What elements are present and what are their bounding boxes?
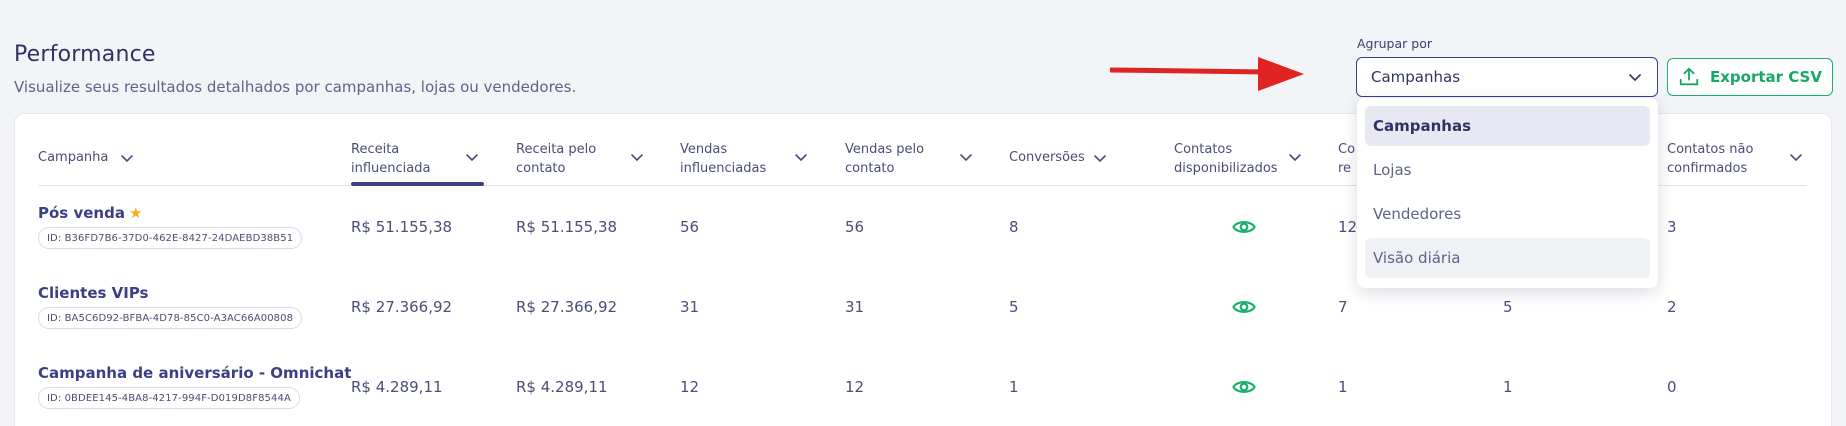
- chevron-down-icon: [631, 154, 643, 162]
- column-header-label: Vendas: [680, 142, 728, 157]
- column-header-label: Vendas pelo: [845, 142, 925, 157]
- eye-icon[interactable]: [1232, 378, 1256, 396]
- dropdown-option-lojas[interactable]: Lojas: [1365, 150, 1650, 190]
- campaign-id-badge: ID: 0BDEE145-4BA8-4217-994F-D019D8F8544A: [38, 387, 300, 409]
- campaign-id-badge: ID: BA5C6D92-BFBA-4D78-85C0-A3AC66A00808: [38, 307, 303, 329]
- column-header-label: contato: [845, 161, 895, 176]
- campaign-name: Clientes VIPs: [38, 284, 149, 302]
- column-header-label: confirmados: [1667, 161, 1748, 176]
- arrow-right-icon: [1109, 57, 1304, 91]
- cell-contatos-recebidos: 7: [1338, 298, 1348, 316]
- export-csv-button[interactable]: Exportar CSV: [1667, 58, 1833, 96]
- cell-column-9: 5: [1503, 298, 1513, 316]
- campaign-name: Pós venda: [38, 204, 125, 222]
- cell-receita-contato: R$ 4.289,11: [516, 378, 608, 396]
- column-header-conversoes[interactable]: Conversões: [1009, 148, 1106, 167]
- cell-receita-influenciada: R$ 27.366,92: [351, 298, 453, 316]
- cell-vendas-contato: 12: [845, 378, 865, 396]
- cell-receita-influenciada: R$ 51.155,38: [351, 218, 453, 236]
- cell-receita-contato: R$ 51.155,38: [516, 218, 618, 236]
- cell-receita-influenciada: R$ 4.289,11: [351, 378, 443, 396]
- page-subtitle: Visualize seus resultados detalhados por…: [14, 78, 577, 96]
- cell-conversoes: 8: [1009, 218, 1019, 236]
- column-header-contatos-recebidos[interactable]: Co re: [1338, 140, 1355, 178]
- cell-contatos-recebidos: 1: [1338, 378, 1348, 396]
- cell-nao-confirmados: 2: [1667, 298, 1677, 316]
- column-header-label: contato: [516, 161, 566, 176]
- column-header-contatos-nao-confirmados[interactable]: Contatos não confirmados: [1667, 140, 1802, 178]
- column-header-label: Co: [1338, 142, 1356, 157]
- group-by-selected-value: Campanhas: [1371, 68, 1461, 86]
- group-by-dropdown-menu: Campanhas Lojas Vendedores Visão diária: [1357, 98, 1658, 288]
- column-header-label: disponibilizados: [1174, 161, 1278, 176]
- group-by-select[interactable]: Campanhas: [1356, 57, 1658, 97]
- group-by-label: Agrupar por: [1357, 36, 1432, 51]
- column-header-label: influenciadas: [680, 161, 767, 176]
- cell-nao-confirmados: 0: [1667, 378, 1677, 396]
- column-header-label: influenciada: [351, 161, 431, 176]
- column-header-vendas-contato[interactable]: Vendas pelo contato: [845, 140, 972, 178]
- cell-contatos-recebidos: 12: [1338, 218, 1358, 236]
- column-header-contatos-disponibilizados[interactable]: Contatos disponibilizados: [1174, 140, 1301, 178]
- cell-conversoes: 5: [1009, 298, 1019, 316]
- dropdown-option-visao-diaria[interactable]: Visão diária: [1365, 238, 1650, 278]
- campaign-name-link[interactable]: Campanha de aniversário - Omnichat: [38, 364, 351, 382]
- dropdown-option-vendedores[interactable]: Vendedores: [1365, 194, 1650, 234]
- column-header-receita-contato[interactable]: Receita pelo contato: [516, 140, 643, 178]
- column-header-vendas-influenciadas[interactable]: Vendas influenciadas: [680, 140, 807, 178]
- export-csv-label: Exportar CSV: [1710, 68, 1822, 86]
- campaign-name-link[interactable]: Clientes VIPs: [38, 284, 149, 302]
- cell-conversoes: 1: [1009, 378, 1019, 396]
- chevron-down-icon: [1629, 74, 1641, 82]
- eye-icon[interactable]: [1232, 298, 1256, 316]
- column-header-label: Receita: [351, 142, 400, 157]
- dropdown-option-campanhas[interactable]: Campanhas: [1365, 106, 1650, 146]
- cell-receita-contato: R$ 27.366,92: [516, 298, 618, 316]
- chevron-down-icon: [795, 154, 807, 162]
- cell-nao-confirmados: 3: [1667, 218, 1677, 236]
- campaign-name: Campanha de aniversário - Omnichat: [38, 364, 352, 382]
- column-header-label: Receita pelo: [516, 142, 597, 157]
- sorted-column-indicator: [351, 182, 484, 186]
- chevron-down-icon: [1790, 154, 1802, 162]
- cell-vendas-contato: 31: [845, 298, 865, 316]
- cell-vendas-influenciadas: 56: [680, 218, 700, 236]
- cell-vendas-influenciadas: 31: [680, 298, 700, 316]
- column-header-label: re: [1338, 161, 1352, 176]
- cell-vendas-contato: 56: [845, 218, 865, 236]
- chevron-down-icon: [121, 155, 133, 163]
- star-icon: ★: [128, 204, 143, 222]
- page-title: Performance: [14, 42, 156, 67]
- eye-icon[interactable]: [1232, 218, 1256, 236]
- chevron-down-icon: [1094, 155, 1106, 163]
- column-header-label: Campanha: [38, 150, 109, 165]
- column-header-label: Contatos não: [1667, 142, 1754, 157]
- chevron-down-icon: [1289, 154, 1301, 162]
- chevron-down-icon: [466, 154, 478, 162]
- chevron-down-icon: [960, 154, 972, 162]
- column-header-receita-influenciada[interactable]: Receita influenciada: [351, 140, 478, 178]
- column-header-label: Contatos: [1174, 142, 1233, 157]
- cell-column-9: 1: [1503, 378, 1513, 396]
- column-header-label: Conversões: [1009, 150, 1085, 165]
- campaign-id-badge: ID: B36FD7B6-37D0-462E-8427-24DAEBD38B51: [38, 227, 303, 249]
- campaign-name-link[interactable]: Pós venda ★: [38, 204, 142, 222]
- upload-icon: [1679, 67, 1699, 86]
- cell-vendas-influenciadas: 12: [680, 378, 700, 396]
- column-header-campanha[interactable]: Campanha: [38, 148, 133, 167]
